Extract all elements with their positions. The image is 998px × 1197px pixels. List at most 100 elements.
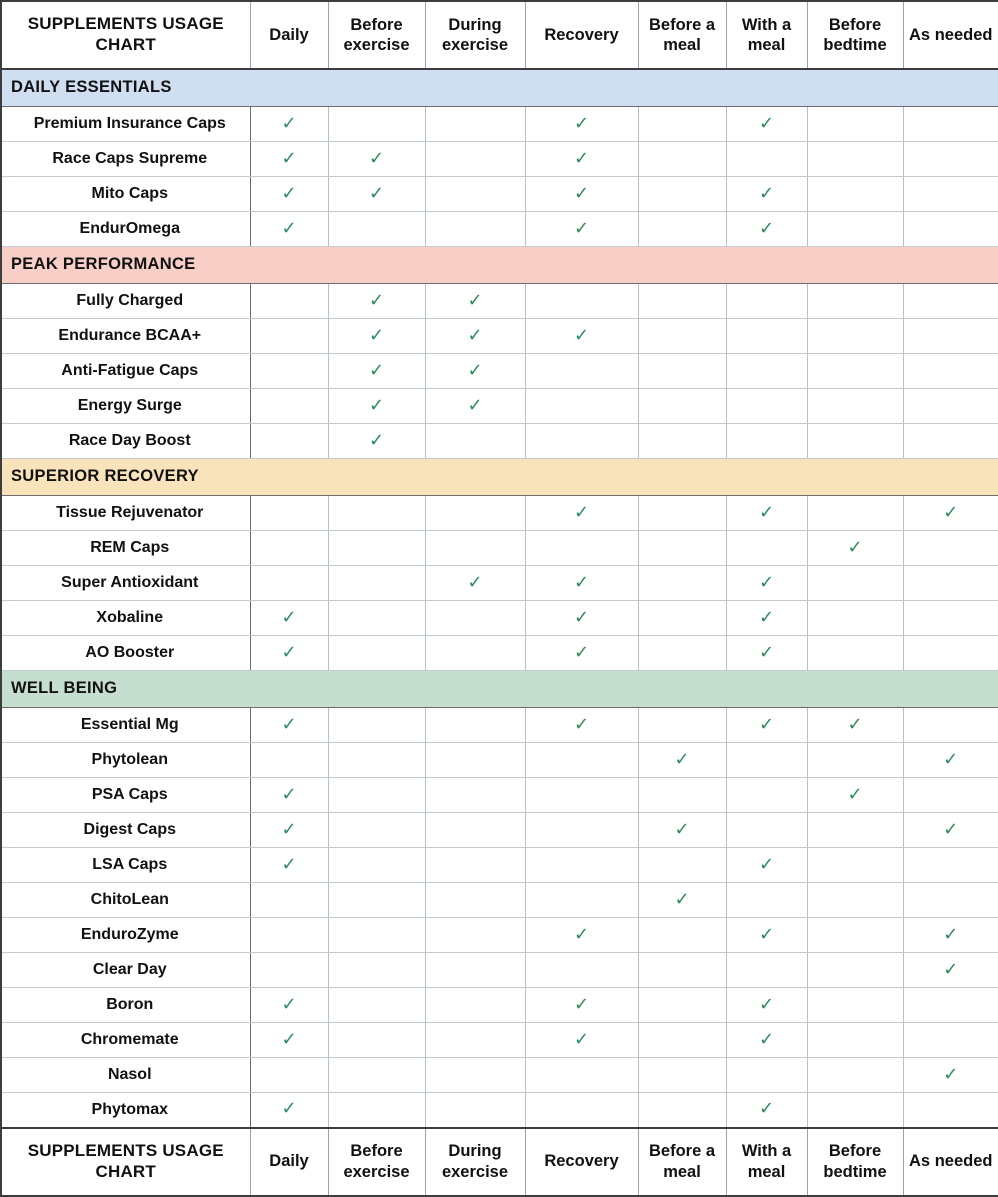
usage-cell-bex bbox=[327, 917, 426, 953]
usage-cell-daily bbox=[249, 495, 329, 531]
supplement-name: Race Caps Supreme bbox=[1, 141, 251, 177]
column-footer-rec: Recovery bbox=[524, 1126, 639, 1196]
column-header-asneed: As needed bbox=[902, 1, 998, 70]
table-row: Super Antioxidant ✓ ✓ ✓ bbox=[1, 565, 998, 601]
header-row: SUPPLEMENTS USAGE CHART Daily Before exerc… bbox=[1, 1, 998, 70]
usage-cell-bbed bbox=[806, 495, 904, 531]
check-icon: ✓ bbox=[758, 606, 775, 628]
usage-cell-wmeal: ✓ bbox=[725, 1092, 808, 1128]
usage-cell-bex bbox=[327, 882, 426, 918]
check-icon: ✓ bbox=[573, 324, 590, 346]
column-footer-bbed: Before bedtime bbox=[806, 1126, 904, 1196]
usage-cell-bex bbox=[327, 1092, 426, 1128]
check-icon: ✓ bbox=[573, 1028, 590, 1050]
usage-cell-wmeal bbox=[725, 423, 808, 459]
usage-cell-bbed bbox=[806, 1022, 904, 1058]
usage-cell-asneed bbox=[902, 318, 998, 354]
usage-cell-bbed bbox=[806, 1057, 904, 1093]
check-icon: ✓ bbox=[281, 713, 297, 735]
supplement-name: Phytomax bbox=[1, 1092, 251, 1128]
usage-cell-bex bbox=[327, 565, 426, 601]
usage-cell-asneed bbox=[902, 141, 998, 177]
column-header-daily: Daily bbox=[249, 1, 329, 70]
section-title-peak-performance: PEAK PERFORMANCE bbox=[1, 246, 998, 284]
table-row: Nasol ✓ bbox=[1, 1057, 998, 1093]
usage-cell-daily: ✓ bbox=[249, 812, 329, 848]
usage-cell-bex bbox=[327, 600, 426, 636]
column-header-bex: Before exercise bbox=[327, 1, 426, 70]
usage-cell-daily bbox=[249, 283, 329, 319]
supplement-name: LSA Caps bbox=[1, 847, 251, 883]
usage-cell-dex: ✓ bbox=[424, 353, 526, 389]
usage-cell-asneed: ✓ bbox=[902, 742, 998, 778]
supplement-name: Endurance BCAA+ bbox=[1, 318, 251, 354]
usage-cell-rec: ✓ bbox=[524, 707, 639, 743]
usage-cell-bex: ✓ bbox=[327, 318, 426, 354]
table-row: LSA Caps ✓ ✓ bbox=[1, 847, 998, 883]
usage-cell-bmeal bbox=[637, 423, 727, 459]
check-icon: ✓ bbox=[281, 783, 297, 805]
usage-cell-bbed bbox=[806, 917, 904, 953]
usage-cell-dex bbox=[424, 106, 526, 142]
usage-cell-daily bbox=[249, 388, 329, 424]
usage-cell-rec bbox=[524, 812, 639, 848]
supplement-name: EnduroZyme bbox=[1, 917, 251, 953]
usage-cell-bbed bbox=[806, 283, 904, 319]
table-row: Chromemate ✓ ✓ ✓ bbox=[1, 1022, 998, 1058]
usage-cell-dex bbox=[424, 635, 526, 671]
usage-cell-bmeal bbox=[637, 388, 727, 424]
section-header-row: PEAK PERFORMANCE bbox=[1, 246, 998, 284]
usage-cell-dex bbox=[424, 882, 526, 918]
usage-cell-bex bbox=[327, 742, 426, 778]
check-icon: ✓ bbox=[467, 571, 483, 593]
usage-cell-rec: ✓ bbox=[524, 495, 639, 531]
supplements-usage-table: SUPPLEMENTS USAGE CHART Daily Before exerc… bbox=[0, 0, 998, 1197]
usage-cell-dex: ✓ bbox=[424, 318, 526, 354]
check-icon: ✓ bbox=[758, 501, 775, 523]
usage-cell-dex: ✓ bbox=[424, 388, 526, 424]
usage-cell-rec bbox=[524, 952, 639, 988]
supplement-name: Nasol bbox=[1, 1057, 251, 1093]
usage-cell-dex bbox=[424, 1092, 526, 1128]
usage-cell-bmeal bbox=[637, 1022, 727, 1058]
usage-cell-bex bbox=[327, 635, 426, 671]
usage-cell-daily: ✓ bbox=[249, 600, 329, 636]
check-icon: ✓ bbox=[943, 923, 959, 945]
usage-cell-rec: ✓ bbox=[524, 600, 639, 636]
usage-cell-daily: ✓ bbox=[249, 141, 329, 177]
supplement-name: Chromemate bbox=[1, 1022, 251, 1058]
usage-cell-bex bbox=[327, 530, 426, 566]
usage-cell-rec bbox=[524, 1092, 639, 1128]
check-icon: ✓ bbox=[281, 1028, 297, 1050]
usage-cell-bmeal: ✓ bbox=[637, 812, 727, 848]
usage-cell-bex bbox=[327, 987, 426, 1023]
usage-cell-wmeal: ✓ bbox=[725, 495, 808, 531]
usage-cell-bbed bbox=[806, 600, 904, 636]
column-header-dex: During exercise bbox=[424, 1, 526, 70]
table-row: EndurOmega ✓ ✓ ✓ bbox=[1, 211, 998, 247]
usage-cell-bbed bbox=[806, 987, 904, 1023]
check-icon: ✓ bbox=[281, 641, 297, 663]
usage-cell-bex bbox=[327, 952, 426, 988]
section-header-row: WELL BEING bbox=[1, 670, 998, 708]
footer-row: SUPPLEMENTS USAGE CHART Daily Before exerc… bbox=[1, 1126, 998, 1196]
usage-cell-bbed bbox=[806, 742, 904, 778]
usage-cell-bex bbox=[327, 812, 426, 848]
supplement-name: PSA Caps bbox=[1, 777, 251, 813]
column-header-wmeal: With a meal bbox=[725, 1, 808, 70]
usage-cell-dex bbox=[424, 176, 526, 212]
table-row: Boron ✓ ✓ ✓ bbox=[1, 987, 998, 1023]
check-icon: ✓ bbox=[847, 536, 863, 558]
column-header-rec: Recovery bbox=[524, 1, 639, 70]
usage-cell-bex bbox=[327, 1057, 426, 1093]
check-icon: ✓ bbox=[281, 606, 297, 628]
table-row: AO Booster ✓ ✓ ✓ bbox=[1, 635, 998, 671]
usage-cell-dex bbox=[424, 530, 526, 566]
check-icon: ✓ bbox=[281, 147, 297, 169]
usage-cell-bmeal bbox=[637, 211, 727, 247]
usage-cell-rec: ✓ bbox=[524, 176, 639, 212]
table-row: Essential Mg ✓ ✓ ✓ ✓ bbox=[1, 707, 998, 743]
section-title-superior-recovery: SUPERIOR RECOVERY bbox=[1, 458, 998, 496]
usage-cell-dex bbox=[424, 952, 526, 988]
check-icon: ✓ bbox=[758, 1028, 775, 1050]
